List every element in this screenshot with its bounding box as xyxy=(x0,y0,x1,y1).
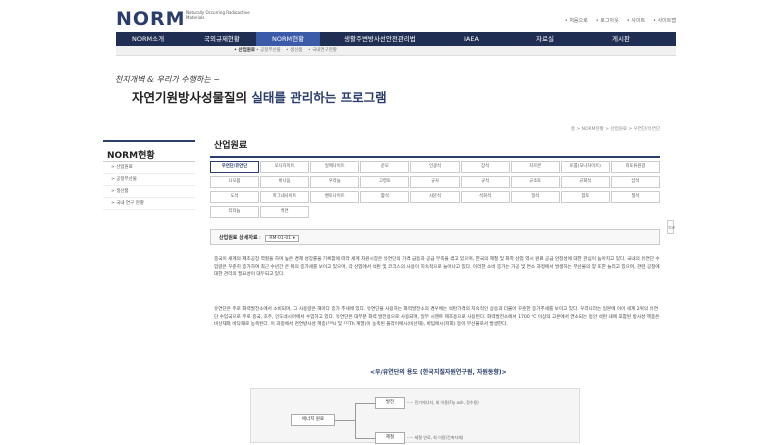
tab-uranium[interactable]: 우라늄 xyxy=(310,176,360,188)
global-nav: NORM소개 국외규제현황 NORM현황 생활주변방사선안전관리법 IAEA 자… xyxy=(116,32,676,46)
tab-empty xyxy=(560,206,610,218)
usage-diagram: 에너지 원료 발전 제철 ····· 전기에너지, 회 이용(Fly ash, … xyxy=(250,388,580,444)
tab-bentonite[interactable]: 벤토나이트 xyxy=(310,191,360,203)
diagram-box-energy: 에너지 원료 xyxy=(291,414,335,426)
diagram-note-steel: ····· 제철 연료, 회 이용(건축자재) xyxy=(407,435,464,440)
tab-coal[interactable]: 우연단/유연단 xyxy=(210,161,260,173)
tab-vanadium[interactable]: 바나듐 xyxy=(260,176,310,188)
detail-bar: 산업원료 상세자료 : RM-01-01 ▾ xyxy=(210,229,660,245)
body-paragraph-2: 유연단은 주로 화력발전소에서 소비되며, 그 사용량은 해마다 증가 추세에 … xyxy=(214,307,660,327)
diagram-box-steel: 제철 xyxy=(375,432,405,444)
tab-fluorite[interactable]: 형석 xyxy=(510,191,560,203)
tab-empty xyxy=(410,206,460,218)
local-nav-title: NORM현황 xyxy=(103,140,195,162)
tab-thorium[interactable]: 토륨(모나자이트) xyxy=(560,161,610,173)
util-link-site[interactable]: • 사이트 xyxy=(627,17,645,24)
tab-row: 우연단/유연단 모나자이트 일메나이트 운모 인광석 장석 지르콘 토륨(모나자… xyxy=(210,161,660,173)
gnb-item-board[interactable]: 게시판 xyxy=(612,32,630,46)
material-tab-grid: 우연단/유연단 모나자이트 일메나이트 운모 인광석 장석 지르콘 토륨(모나자… xyxy=(210,156,660,218)
scroll-top-button[interactable]: TOP xyxy=(667,220,675,234)
tab-niobium[interactable]: 니오븀 xyxy=(210,176,260,188)
tab-empty xyxy=(460,206,510,218)
tab-pyrophyllite[interactable]: 납석 xyxy=(610,176,660,188)
tab-pottery-stone[interactable]: 도석 xyxy=(210,191,260,203)
hero-script-text: 천지개벽 & 우리가 수행하는 ~ xyxy=(115,75,220,84)
diagram-title: <우/유연단의 용도 (한국지질자원연구원, 자원동향)> xyxy=(370,369,507,376)
diagram-connector xyxy=(355,403,375,404)
tab-monazite[interactable]: 모나자이트 xyxy=(260,161,310,173)
tab-rare-earth[interactable]: 희토류원광 xyxy=(610,161,660,173)
local-nav-item-domestic-research[interactable]: > 국내 연구 현황 xyxy=(103,198,195,210)
tab-clay[interactable]: 점토 xyxy=(560,191,610,203)
sub-nav-domestic-research[interactable]: • 국내연구현황 xyxy=(308,47,337,53)
gnb-item-overseas[interactable]: 국외규제현황 xyxy=(204,32,240,46)
hero-title-prefix: 자연기원방사성물질의 xyxy=(132,90,252,105)
tab-phosphate[interactable]: 인광석 xyxy=(410,161,460,173)
tab-talc[interactable]: 활석 xyxy=(360,191,410,203)
tab-diatomite[interactable]: 규조토 xyxy=(510,176,560,188)
tab-empty xyxy=(510,206,560,218)
diagram-connector xyxy=(355,438,375,439)
tab-row: 니오븀 바나듐 우라늄 고령토 규사 규석 규조토 규회석 납석 xyxy=(210,176,660,188)
sub-nav: • 산업원료 • 공정부산물 • 생산품 • 국내연구현황 xyxy=(116,46,676,56)
breadcrumb: 홈 > NORM현황 > 산업원료 > 우연단/유연단 xyxy=(570,127,660,132)
tab-feldspar[interactable]: 장석 xyxy=(460,161,510,173)
tab-quartzite[interactable]: 규석 xyxy=(460,176,510,188)
local-nav: NORM현황 > 산업원료 > 공정부산물 > 생산품 > 국내 연구 현황 xyxy=(103,140,195,210)
tab-zircon[interactable]: 지르콘 xyxy=(510,161,560,173)
site-logo[interactable]: NORM xyxy=(116,8,186,30)
tab-vermiculite[interactable]: 질석 xyxy=(610,191,660,203)
gnb-item-norm-status[interactable]: NORM현황 xyxy=(256,32,321,46)
tab-ilmenite[interactable]: 일메나이트 xyxy=(310,161,360,173)
tab-serpentine[interactable]: 사문석 xyxy=(410,191,460,203)
tab-empty xyxy=(610,206,660,218)
tab-wollastonite[interactable]: 규회석 xyxy=(560,176,610,188)
tab-row: 티타늄 흑연 xyxy=(210,206,660,218)
tab-kaolin[interactable]: 고령토 xyxy=(360,176,410,188)
tab-limestone[interactable]: 석회석 xyxy=(460,191,510,203)
diagram-box-power: 발전 xyxy=(375,397,405,409)
local-nav-item-products[interactable]: > 생산품 xyxy=(103,186,195,198)
detail-label: 산업원료 상세자료 xyxy=(219,235,258,241)
sub-nav-products[interactable]: • 생산품 xyxy=(286,47,303,53)
sub-nav-byproducts[interactable]: • 공정부산물 xyxy=(256,47,281,53)
sub-nav-raw-materials[interactable]: • 산업원료 xyxy=(234,47,255,53)
detail-select-value: RM-01-01 xyxy=(269,236,292,241)
tab-magnesite[interactable]: 마그네사이트 xyxy=(260,191,310,203)
gnb-item-safety-law[interactable]: 생활주변방사선안전관리법 xyxy=(344,32,416,46)
tab-silica-sand[interactable]: 규사 xyxy=(410,176,460,188)
hero-title: 자연기원방사성물질의 실태를 관리하는 프로그램 xyxy=(132,87,387,106)
logo-subtitle: Naturally Occurring Radioactive Material… xyxy=(186,10,250,20)
util-link-logout[interactable]: • 로그아웃 xyxy=(596,17,619,24)
util-link-sitemap[interactable]: • 사이트맵 xyxy=(653,17,676,24)
tab-empty xyxy=(310,206,360,218)
tab-mica[interactable]: 운모 xyxy=(360,161,410,173)
page-title: 산업원료 xyxy=(214,141,248,151)
local-nav-item-raw-materials[interactable]: > 산업원료 xyxy=(103,162,195,174)
body-paragraph-1: 중국이 세계의 제조공장 역할을 하며 높은 경제 성장률을 기록함에 따라 세… xyxy=(214,257,660,277)
gnb-item-library[interactable]: 자료실 xyxy=(536,32,554,46)
detail-select[interactable]: RM-01-01 ▾ xyxy=(265,235,299,242)
hero-title-highlight: 실태를 관리하는 프로그램 xyxy=(251,90,387,105)
gnb-item-about[interactable]: NORM소개 xyxy=(132,32,164,46)
utility-links: • 처음으로 • 로그아웃 • 사이트 • 사이트맵 xyxy=(565,17,676,24)
tab-empty xyxy=(360,206,410,218)
tab-titanium[interactable]: 티타늄 xyxy=(210,206,260,218)
tab-row: 도석 마그네사이트 벤토나이트 활석 사문석 석회석 형석 점토 질석 xyxy=(210,191,660,203)
chevron-down-icon: ▾ xyxy=(292,236,295,241)
tab-graphite[interactable]: 흑연 xyxy=(260,206,310,218)
local-nav-item-byproducts[interactable]: > 공정부산물 xyxy=(103,174,195,186)
gnb-item-iaea[interactable]: IAEA xyxy=(464,32,479,46)
site-header: NORM Naturally Occurring Radioactive Mat… xyxy=(116,8,676,32)
util-link-home[interactable]: • 처음으로 xyxy=(565,17,588,24)
diagram-note-power: ····· 전기에너지, 회 이용(Fly ash, 정수용) xyxy=(407,400,479,405)
diagram-connector xyxy=(355,403,356,439)
diagram-connector xyxy=(335,420,355,421)
